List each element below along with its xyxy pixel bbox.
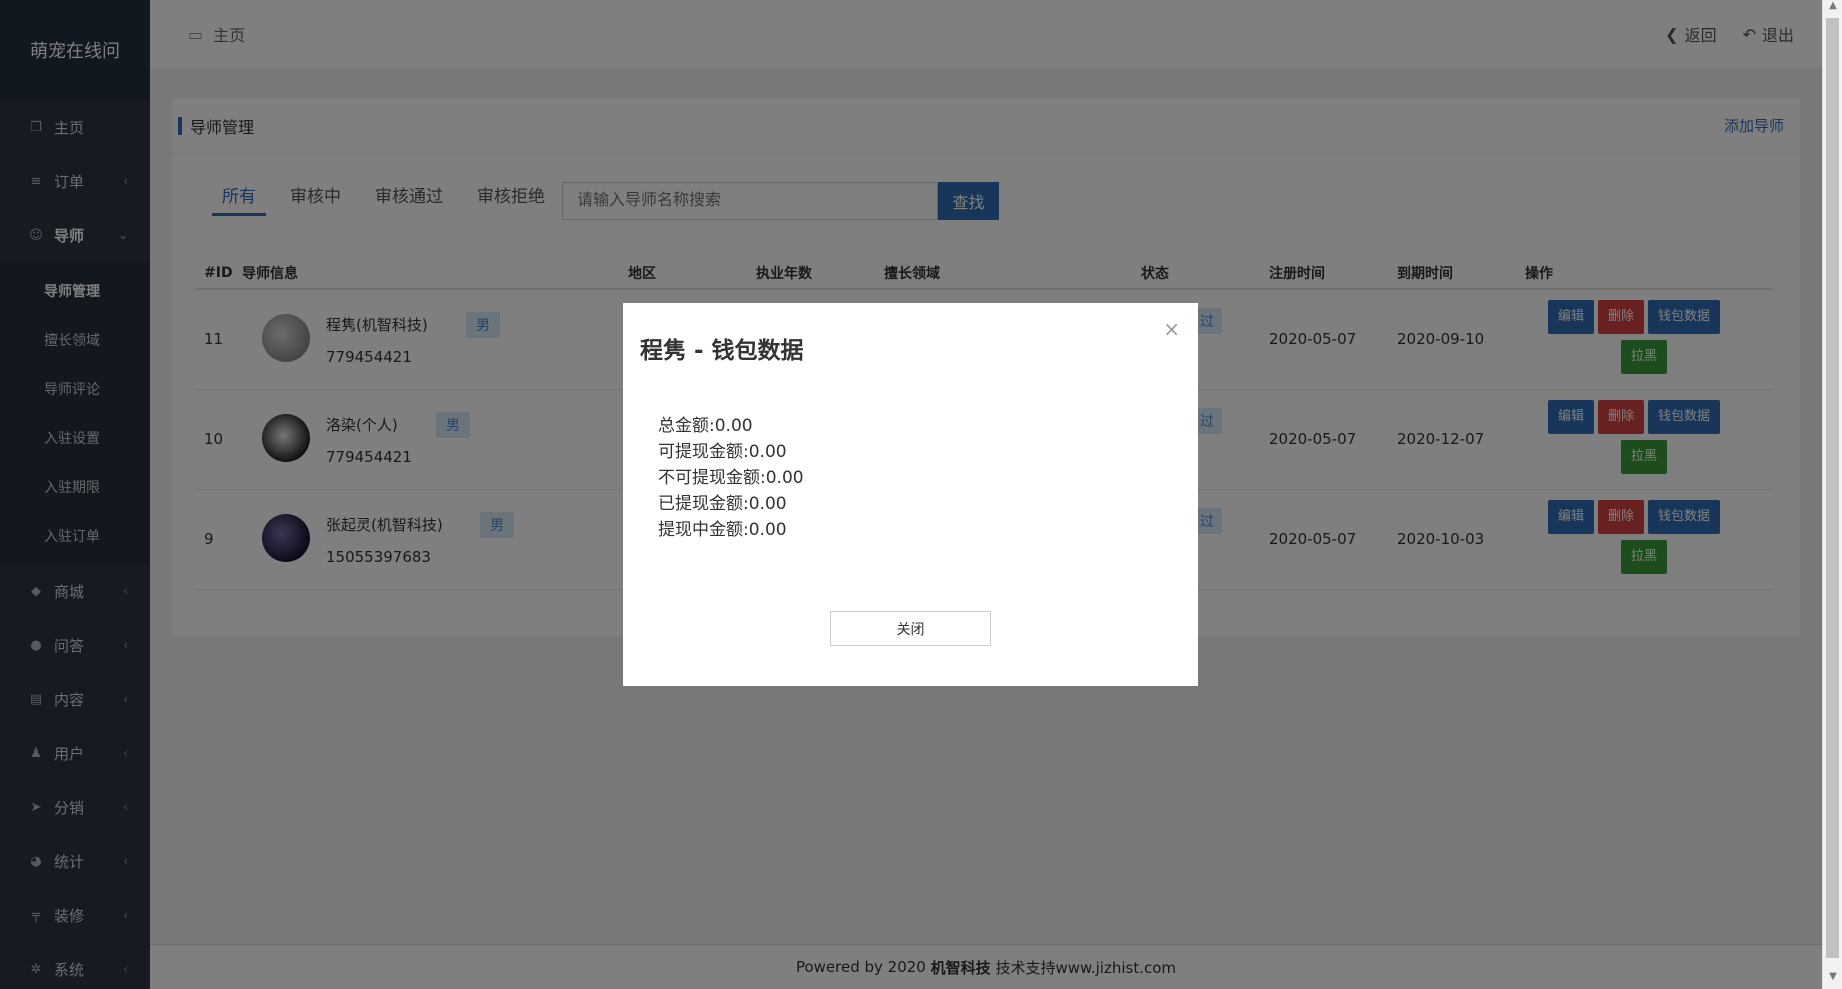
close-button[interactable]: 关闭	[830, 611, 991, 646]
wallet-lines: 总金额:0.00 可提现金额:0.00 不可提现金额:0.00 已提现金额:0.…	[658, 413, 804, 543]
vertical-scrollbar[interactable]: ▲ ▼	[1822, 0, 1842, 989]
scroll-down-icon[interactable]: ▼	[1823, 971, 1842, 989]
withdrawing-amount: 提现中金额:0.00	[658, 520, 787, 540]
close-icon[interactable]: ×	[1163, 317, 1180, 341]
modal-title: 程隽 - 钱包数据	[640, 338, 804, 364]
wallet-modal: 程隽 - 钱包数据 × 总金额:0.00 可提现金额:0.00 不可提现金额:0…	[623, 303, 1198, 686]
withdrawn-amount: 已提现金额:0.00	[658, 494, 787, 514]
withdrawable-amount: 可提现金额:0.00	[658, 442, 787, 462]
non-withdrawable-amount: 不可提现金额:0.00	[658, 468, 804, 488]
scroll-up-icon[interactable]: ▲	[1823, 0, 1842, 18]
total-amount: 总金额:0.00	[658, 416, 753, 436]
scrollbar-thumb[interactable]	[1826, 18, 1839, 958]
